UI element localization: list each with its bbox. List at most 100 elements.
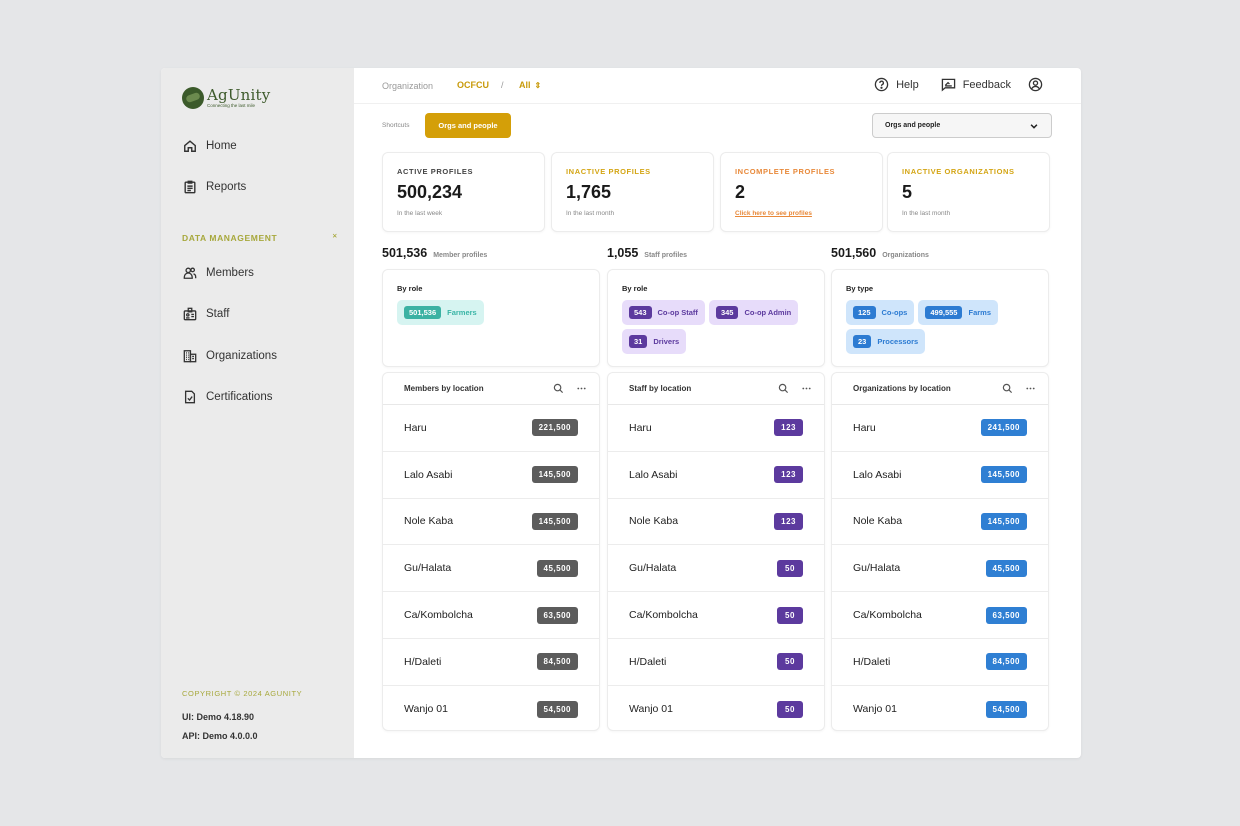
location-name: H/Daleti <box>404 655 442 668</box>
location-name: Haru <box>629 421 652 434</box>
location-row[interactable]: Gu/Halata 50 <box>608 545 824 593</box>
sidebar-item-members[interactable]: Members <box>183 266 254 280</box>
location-row[interactable]: Nole Kaba 145,500 <box>383 499 599 546</box>
feedback-icon <box>941 78 955 92</box>
location-name: Haru <box>404 421 427 434</box>
location-count-badge: 145,500 <box>980 466 1027 484</box>
type-chip-processors[interactable]: 23 Processors <box>846 329 926 354</box>
more-options-icon[interactable] <box>800 382 813 395</box>
location-name: Gu/Halata <box>853 562 901 575</box>
location-count-badge: 145,500 <box>980 512 1027 530</box>
location-count-badge: 145,500 <box>531 466 578 484</box>
location-name: Ca/Kombolcha <box>853 609 922 622</box>
sidebar-item-organizations[interactable]: Organizations <box>183 349 277 363</box>
sidebar-item-certifications[interactable]: Certifications <box>183 390 272 404</box>
collapse-icon[interactable]: ⌄ ⌃ <box>331 229 339 244</box>
search-icon[interactable] <box>1001 382 1014 395</box>
organizations-header: 501,560 Organizations <box>831 246 929 260</box>
location-count-badge: 50 <box>777 653 803 671</box>
stat-card-inactive-organizations: INACTIVE ORGANIZATIONS 5 In the last mon… <box>887 152 1050 232</box>
more-options-icon[interactable] <box>575 382 588 395</box>
stat-value: 2 <box>735 182 746 202</box>
feedback-button[interactable]: Feedback <box>941 77 1011 92</box>
chip-count: 23 <box>853 335 872 348</box>
ui-version: UI: Demo 4.18.90 <box>182 712 255 722</box>
stat-card-incomplete-profiles: INCOMPLETE PROFILES 2 Click here to see … <box>720 152 883 232</box>
location-row[interactable]: H/Daleti 84,500 <box>383 639 599 686</box>
type-chip-farms[interactable]: 499,555 Farms <box>918 300 998 325</box>
location-row[interactable]: Nole Kaba 123 <box>608 499 824 546</box>
location-name: Nole Kaba <box>629 515 679 528</box>
see-profiles-link[interactable]: Click here to see profiles <box>735 210 812 217</box>
role-chip-drivers[interactable]: 31 Drivers <box>622 329 687 354</box>
location-count-badge: 84,500 <box>536 653 578 671</box>
location-row[interactable]: Haru 221,500 <box>383 405 599 452</box>
location-row[interactable]: Gu/Halata 45,500 <box>832 545 1048 593</box>
search-icon[interactable] <box>552 382 565 395</box>
location-row[interactable]: Wanjo 01 54,500 <box>383 686 599 730</box>
chip-label: Processors <box>877 337 919 346</box>
group-label: Member profiles <box>433 252 488 259</box>
card-title: Staff by location <box>629 384 692 393</box>
type-chip-coops[interactable]: 125 Co-ops <box>846 300 915 325</box>
breadcrumb-scope-label: All <box>519 80 531 90</box>
help-button[interactable]: Help <box>874 77 919 92</box>
members-by-role-card: By role 501,536 Farmers <box>382 269 600 367</box>
location-row[interactable]: Ca/Kombolcha 50 <box>608 592 824 639</box>
stat-card-inactive-profiles: INACTIVE PROFILES 1,765 In the last mont… <box>551 152 714 232</box>
location-count-badge: 123 <box>774 512 803 530</box>
profile-button[interactable] <box>1028 77 1043 97</box>
organizations-by-type-card: By type 125 Co-ops 499,555 Farms 23 Proc… <box>831 269 1049 367</box>
location-row[interactable]: Lalo Asabi 145,500 <box>832 452 1048 499</box>
logo[interactable]: AgUnity Connecting the last mile <box>182 87 270 109</box>
section-label-data-management: DATA MANAGEMENT <box>182 233 278 243</box>
organizations-by-location-card: Organizations by location Haru 241,500 Lal… <box>831 372 1049 731</box>
member-profiles-header: 501,536 Member profiles <box>382 246 487 260</box>
location-row[interactable]: Lalo Asabi 123 <box>608 452 824 499</box>
staff-by-location-card: Staff by location Haru 123 Lalo Asabi 123 No… <box>607 372 825 731</box>
location-row[interactable]: H/Daleti 84,500 <box>832 639 1048 686</box>
sidebar-item-home[interactable]: Home <box>183 139 237 153</box>
location-name: Wanjo 01 <box>404 703 448 716</box>
location-row[interactable]: Ca/Kombolcha 63,500 <box>832 592 1048 639</box>
search-icon[interactable] <box>777 382 790 395</box>
chip-label: Co-op Staff <box>657 308 698 317</box>
clipboard-icon <box>183 180 197 194</box>
top-actions: Help Feedback <box>874 77 1011 92</box>
breadcrumb-scope-select[interactable]: All ⇕ <box>519 80 541 90</box>
stat-title: ACTIVE PROFILES <box>397 167 474 176</box>
location-count-badge: 123 <box>774 419 803 437</box>
location-row[interactable]: Wanjo 01 54,500 <box>832 686 1048 730</box>
location-row[interactable]: H/Daleti 50 <box>608 639 824 686</box>
role-chip-coop-staff[interactable]: 543 Co-op Staff <box>622 300 705 325</box>
sidebar-item-staff[interactable]: Staff <box>183 307 229 321</box>
location-row[interactable]: Haru 123 <box>608 405 824 452</box>
location-count-badge: 50 <box>777 559 803 577</box>
stat-subtitle: In the last month <box>566 210 615 217</box>
location-row[interactable]: Gu/Halata 45,500 <box>383 545 599 593</box>
certificate-icon <box>183 390 197 404</box>
location-name: Gu/Halata <box>629 562 677 575</box>
location-row[interactable]: Lalo Asabi 145,500 <box>383 452 599 499</box>
help-label: Help <box>896 78 919 91</box>
location-row[interactable]: Haru 241,500 <box>832 405 1048 452</box>
location-row[interactable]: Nole Kaba 145,500 <box>832 499 1048 546</box>
chip-count: 31 <box>629 335 648 348</box>
view-select[interactable]: Orgs and people <box>872 113 1052 138</box>
location-row[interactable]: Wanjo 01 50 <box>608 686 824 730</box>
api-version: API: Demo 4.0.0.0 <box>182 731 258 741</box>
location-count-badge: 50 <box>777 606 803 624</box>
location-count-badge: 145,500 <box>531 512 578 530</box>
location-count-badge: 45,500 <box>985 559 1027 577</box>
sidebar-item-reports[interactable]: Reports <box>183 180 246 194</box>
shortcut-orgs-and-people[interactable]: Orgs and people <box>425 113 511 138</box>
sidebar: AgUnity Connecting the last mile Home Re… <box>161 68 354 758</box>
more-options-icon[interactable] <box>1024 382 1037 395</box>
location-count-badge: 45,500 <box>536 559 578 577</box>
home-icon <box>183 139 197 153</box>
breadcrumb-org[interactable]: OCFCU <box>457 80 489 90</box>
role-chip-coop-admin[interactable]: 345 Co-op Admin <box>708 300 799 325</box>
card-title: By type <box>846 284 874 293</box>
location-row[interactable]: Ca/Kombolcha 63,500 <box>383 592 599 639</box>
role-chip-farmers[interactable]: 501,536 Farmers <box>397 300 484 325</box>
